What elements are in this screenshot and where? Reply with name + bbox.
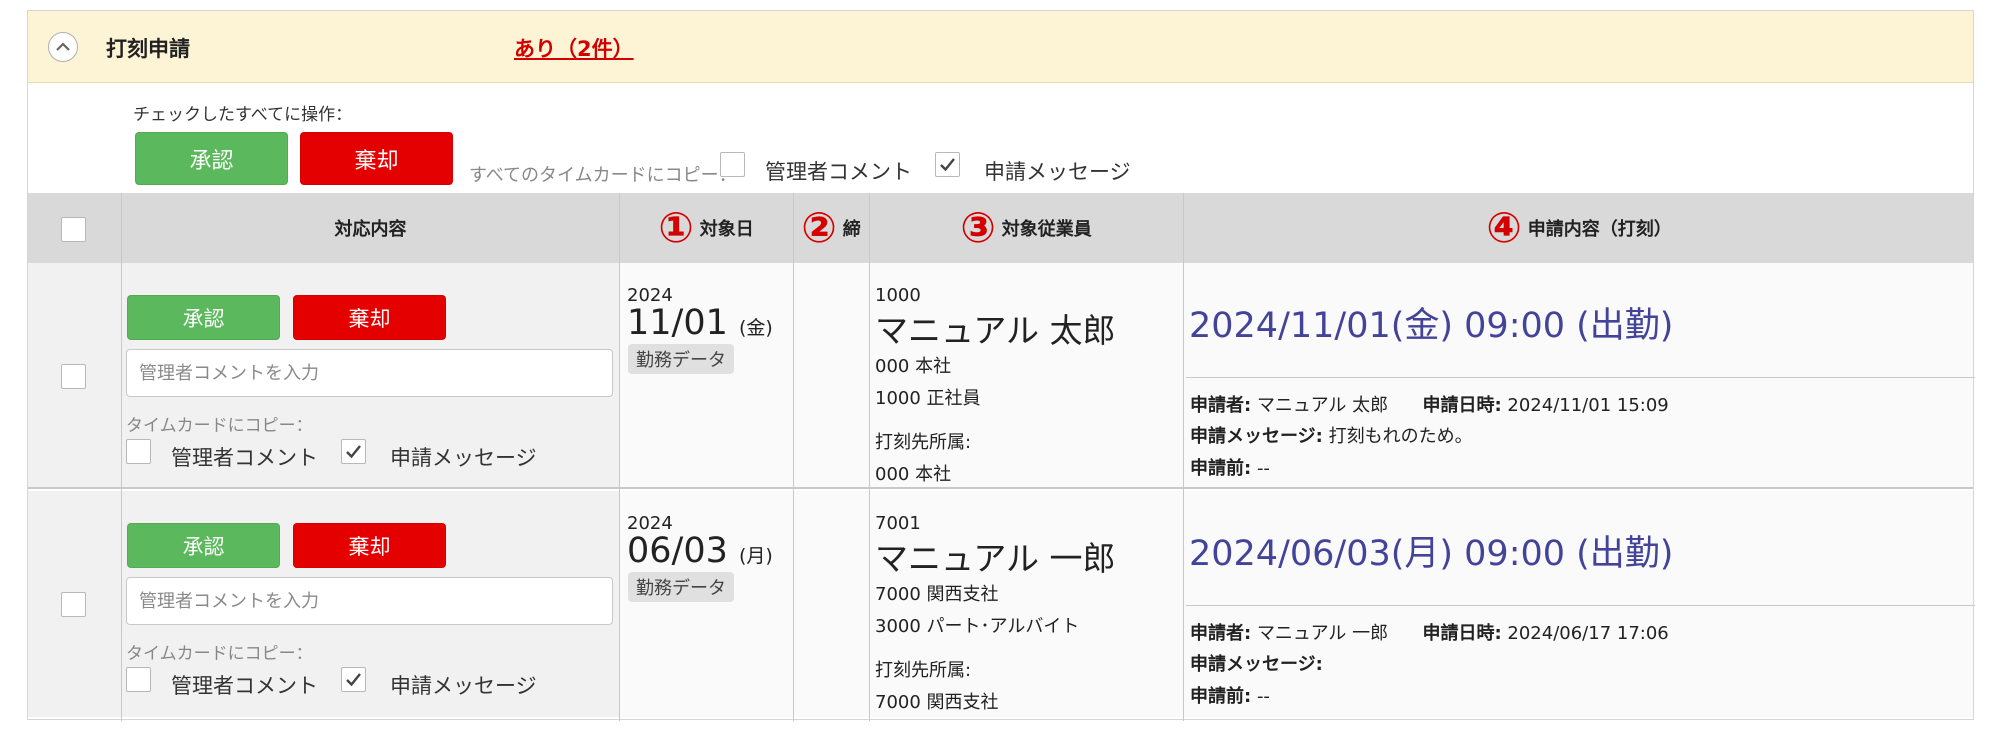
request-applicant-line: 申請者: マニュアル 太郎 申請日時: 2024/11/01 15:09	[1190, 395, 1669, 416]
employee-department: 000 本社	[875, 356, 952, 377]
target-date: 06/03 (月)	[627, 531, 773, 571]
row-select-checkbox[interactable]	[61, 364, 86, 389]
bulk-approve-button[interactable]: 承認	[135, 132, 288, 185]
copy-message-label: 申請メッセージ	[390, 446, 537, 470]
header-request: ④ 申請内容（打刻）	[1486, 203, 1672, 252]
chevron-up-icon	[56, 42, 70, 51]
copy-admin-comment-label: 管理者コメント	[171, 674, 318, 698]
row-approve-button[interactable]: 承認	[127, 295, 280, 340]
select-all-checkbox[interactable]	[61, 217, 86, 242]
marker-2: ②	[801, 203, 837, 252]
copy-admin-comment-checkbox[interactable]	[126, 439, 151, 464]
copy-admin-comment-label: 管理者コメント	[171, 446, 318, 470]
request-message-line: 申請メッセージ: 打刻もれのため。	[1190, 426, 1473, 447]
request-message-line: 申請メッセージ:	[1190, 654, 1323, 675]
row-approve-button[interactable]: 承認	[127, 523, 280, 568]
row-select-checkbox[interactable]	[61, 592, 86, 617]
marker-3: ③	[960, 203, 996, 252]
table-header: 対応内容 ① 対象日 ②締 ③ 対象従業員 ④ 申請内容（打刻）	[28, 193, 1973, 263]
employee-type: 1000 正社員	[875, 388, 981, 409]
employee-department: 7000 関西支社	[875, 584, 999, 605]
header-close: ②締	[801, 203, 861, 252]
copy-message-checkbox[interactable]	[341, 667, 366, 692]
copy-all-admin-comment-label: 管理者コメント	[765, 160, 912, 184]
employee-code: 1000	[875, 285, 921, 306]
marker-1: ①	[658, 203, 694, 252]
header-action: 対応内容	[334, 219, 407, 240]
request-applicant-line: 申請者: マニュアル 一郎 申請日時: 2024/06/17 17:06	[1190, 623, 1669, 644]
stamp-request-panel: 打刻申請 あり（2件） チェックしたすべてに操作： 承認 棄却 すべてのタイムカ…	[27, 10, 1975, 721]
stamp-dept-label: 打刻先所属:	[875, 432, 972, 453]
panel-header: 打刻申請 あり（2件）	[28, 11, 1973, 83]
copy-to-timecard-label: タイムカードにコピー：	[126, 644, 313, 664]
row-reject-button[interactable]: 棄却	[293, 295, 446, 340]
admin-comment-input[interactable]	[126, 577, 613, 625]
marker-4: ④	[1486, 203, 1522, 252]
table-row: 承認 棄却 タイムカードにコピー： 管理者コメント 申請メッセージ 2024 0…	[28, 491, 1975, 717]
row-reject-button[interactable]: 棄却	[293, 523, 446, 568]
collapse-button[interactable]	[48, 32, 78, 62]
header-date: ① 対象日	[658, 203, 754, 252]
stamp-dept: 000 本社	[875, 464, 952, 485]
request-before-line: 申請前: --	[1190, 686, 1270, 707]
employee-name: マニュアル 一郎	[875, 539, 1116, 578]
copy-all-message-checkbox[interactable]	[935, 152, 960, 177]
copy-admin-comment-checkbox[interactable]	[126, 667, 151, 692]
stamp-dept: 7000 関西支社	[875, 692, 999, 713]
employee-code: 7001	[875, 513, 921, 534]
request-datetime: 2024/06/03(月) 09:00 (出勤)	[1189, 534, 1674, 574]
checkmark-icon	[346, 445, 361, 459]
table-row: 承認 棄却 タイムカードにコピー： 管理者コメント 申請メッセージ 2024 1…	[28, 263, 1975, 489]
copy-all-message-label: 申請メッセージ	[984, 160, 1131, 184]
copy-message-label: 申請メッセージ	[390, 674, 537, 698]
request-datetime: 2024/11/01(金) 09:00 (出勤)	[1189, 306, 1674, 346]
stamp-dept-label: 打刻先所属:	[875, 660, 972, 681]
employee-type: 3000 パート･アルバイト	[875, 616, 1080, 637]
copy-all-label: すべてのタイムカードにコピー：	[469, 165, 737, 186]
panel-title: 打刻申請	[106, 37, 190, 61]
checkmark-icon	[940, 158, 955, 172]
admin-comment-input[interactable]	[126, 349, 613, 397]
employee-name: マニュアル 太郎	[875, 311, 1116, 350]
copy-all-admin-comment-checkbox[interactable]	[720, 152, 745, 177]
copy-to-timecard-label: タイムカードにコピー：	[126, 416, 313, 436]
header-employee: ③ 対象従業員	[960, 203, 1092, 252]
pending-count-link[interactable]: あり（2件）	[514, 33, 634, 63]
copy-message-checkbox[interactable]	[341, 439, 366, 464]
bulk-action-label: チェックしたすべてに操作：	[133, 105, 353, 125]
target-date: 11/01 (金)	[627, 303, 773, 343]
checkmark-icon	[346, 673, 361, 687]
work-data-badge[interactable]: 勤務データ	[628, 572, 734, 602]
work-data-badge[interactable]: 勤務データ	[628, 344, 734, 374]
bulk-reject-button[interactable]: 棄却	[300, 132, 453, 185]
request-before-line: 申請前: --	[1190, 458, 1270, 479]
